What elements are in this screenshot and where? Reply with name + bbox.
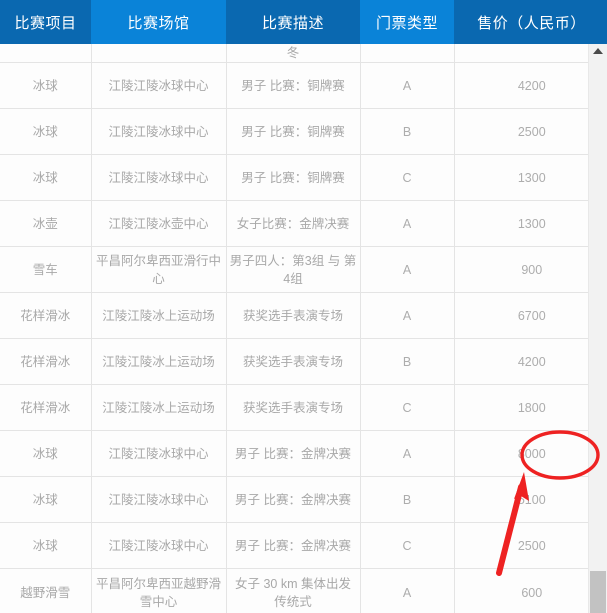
- table-row-highlighted[interactable]: 冰球 江陵江陵冰球中心 男子 比赛：金牌决赛 A 8000: [0, 430, 607, 478]
- cell-venue: 江陵江陵冰上运动场: [91, 384, 227, 432]
- scroll-up-arrow-icon[interactable]: [593, 48, 603, 54]
- cell-price: 4200: [454, 62, 607, 110]
- cell-event: 花样滑冰: [0, 384, 92, 432]
- cell-price: 5100: [454, 476, 607, 524]
- cell-description: 获奖选手表演专场: [226, 292, 361, 340]
- cell-event: 冰球: [0, 522, 92, 570]
- table-header-row: 比赛项目 比赛场馆 比赛描述 门票类型 售价（人民币）: [0, 0, 607, 44]
- cell-ticket-type: A: [360, 246, 455, 294]
- cell-description: 获奖选手表演专场: [226, 384, 361, 432]
- table-row[interactable]: 冰球 江陵江陵冰球中心 男子 比赛：铜牌赛 B 2500: [0, 108, 607, 156]
- cell-event: 冰壶: [0, 200, 92, 248]
- cell-venue: 平昌阿尔卑西亚越野滑雪中心: [91, 568, 227, 613]
- cell-price: 8000: [454, 430, 607, 478]
- table-row[interactable]: 冰球 江陵江陵冰球中心 男子 比赛：金牌决赛 C 2500: [0, 522, 607, 570]
- cell-event: 越野滑雪: [0, 568, 92, 613]
- cell-description: 男子 比赛：铜牌赛: [226, 154, 361, 202]
- cell-ticket-type: C: [360, 384, 455, 432]
- table-row[interactable]: 冰球 江陵江陵冰球中心 男子 比赛：金牌决赛 B 5100: [0, 476, 607, 524]
- cell-venue: 江陵江陵冰球中心: [91, 108, 227, 156]
- cell-event: [0, 44, 92, 64]
- cell-description: 男子 比赛：金牌决赛: [226, 476, 361, 524]
- cell-description: 冬: [226, 44, 361, 64]
- cell-event: 冰球: [0, 108, 92, 156]
- cell-ticket-type: B: [360, 476, 455, 524]
- table-row[interactable]: 冬: [0, 44, 607, 64]
- table-header: 比赛项目 比赛场馆 比赛描述 门票类型 售价（人民币）: [0, 0, 607, 44]
- cell-price: 1300: [454, 200, 607, 248]
- column-header-ticket-type[interactable]: 门票类型: [360, 0, 454, 44]
- cell-price: 900: [454, 246, 607, 294]
- cell-description: 获奖选手表演专场: [226, 338, 361, 386]
- cell-event: 冰球: [0, 154, 92, 202]
- cell-ticket-type: [360, 44, 455, 64]
- cell-event: 冰球: [0, 430, 92, 478]
- cell-price: 6700: [454, 292, 607, 340]
- scrollbar-thumb[interactable]: [590, 571, 606, 613]
- column-header-description[interactable]: 比赛描述: [226, 0, 360, 44]
- cell-price: 2500: [454, 108, 607, 156]
- cell-description: 男子 比赛：铜牌赛: [226, 62, 361, 110]
- cell-venue: 江陵江陵冰球中心: [91, 476, 227, 524]
- table-row[interactable]: 冰壶 江陵江陵冰壶中心 女子比赛：金牌决赛 A 1300: [0, 200, 607, 248]
- table-body: 冬冰球 江陵江陵冰球中心 男子 比赛：铜牌赛 A 4200 冰球 江陵江陵冰球中心 男子 比赛…: [0, 44, 607, 613]
- table-row[interactable]: 冰球 江陵江陵冰球中心 男子 比赛：铜牌赛 C 1300: [0, 154, 607, 202]
- cell-price: 1800: [454, 384, 607, 432]
- column-header-venue[interactable]: 比赛场馆: [91, 0, 226, 44]
- cell-venue: 平昌阿尔卑西亚滑行中心: [91, 246, 227, 294]
- cell-ticket-type: A: [360, 200, 455, 248]
- cell-event: 冰球: [0, 476, 92, 524]
- cell-description: 男子四人：第3组 与 第4组: [226, 246, 361, 294]
- cell-venue: 江陵江陵冰球中心: [91, 522, 227, 570]
- table-row[interactable]: 越野滑雪 平昌阿尔卑西亚越野滑雪中心 女子 30 km 集体出发 传统式 A 600: [0, 568, 607, 613]
- cell-venue: 江陵江陵冰球中心: [91, 62, 227, 110]
- table-row[interactable]: 花样滑冰 江陵江陵冰上运动场 获奖选手表演专场 A 6700: [0, 292, 607, 340]
- column-header-price[interactable]: 售价（人民币）: [454, 0, 607, 44]
- cell-description: 男子 比赛：金牌决赛: [226, 430, 361, 478]
- cell-ticket-type: A: [360, 62, 455, 110]
- cell-venue: 江陵江陵冰球中心: [91, 430, 227, 478]
- cell-ticket-type: A: [360, 430, 455, 478]
- table-row[interactable]: 雪车 平昌阿尔卑西亚滑行中心 男子四人：第3组 与 第4组 A 900: [0, 246, 607, 294]
- ticket-price-table: 比赛项目 比赛场馆 比赛描述 门票类型 售价（人民币） 冬冰球 江陵江陵冰球中心男…: [0, 0, 607, 613]
- cell-event: 冰球: [0, 62, 92, 110]
- cell-price: [454, 44, 607, 64]
- cell-venue: 江陵江陵冰上运动场: [91, 338, 227, 386]
- cell-venue: 江陵江陵冰上运动场: [91, 292, 227, 340]
- cell-price: 2500: [454, 522, 607, 570]
- column-header-event[interactable]: 比赛项目: [0, 0, 91, 44]
- cell-price: 4200: [454, 338, 607, 386]
- cell-ticket-type: C: [360, 154, 455, 202]
- cell-description: 女子比赛：金牌决赛: [226, 200, 361, 248]
- cell-ticket-type: C: [360, 522, 455, 570]
- table-row[interactable]: 花样滑冰 江陵江陵冰上运动场 获奖选手表演专场 C 1800: [0, 384, 607, 432]
- cell-ticket-type: A: [360, 292, 455, 340]
- table-row[interactable]: 冰球 江陵江陵冰球中心 男子 比赛：铜牌赛 A 4200: [0, 62, 607, 110]
- cell-event: 花样滑冰: [0, 292, 92, 340]
- cell-ticket-type: B: [360, 338, 455, 386]
- cell-venue: 江陵江陵冰壶中心: [91, 200, 227, 248]
- cell-description: 女子 30 km 集体出发 传统式: [226, 568, 361, 613]
- cell-ticket-type: A: [360, 568, 455, 613]
- cell-event: 花样滑冰: [0, 338, 92, 386]
- cell-description: 男子 比赛：铜牌赛: [226, 108, 361, 156]
- cell-venue: 江陵江陵冰球中心: [91, 154, 227, 202]
- cell-description: 男子 比赛：金牌决赛: [226, 522, 361, 570]
- cell-ticket-type: B: [360, 108, 455, 156]
- table-row[interactable]: 花样滑冰 江陵江陵冰上运动场 获奖选手表演专场 B 4200: [0, 338, 607, 386]
- cell-venue: [91, 44, 227, 64]
- cell-price: 1300: [454, 154, 607, 202]
- cell-price: 600: [454, 568, 607, 613]
- vertical-scrollbar[interactable]: [588, 44, 607, 613]
- cell-event: 雪车: [0, 246, 92, 294]
- ticket-price-table-container[interactable]: 比赛项目 比赛场馆 比赛描述 门票类型 售价（人民币） 冬冰球 江陵江陵冰球中心男…: [0, 0, 607, 613]
